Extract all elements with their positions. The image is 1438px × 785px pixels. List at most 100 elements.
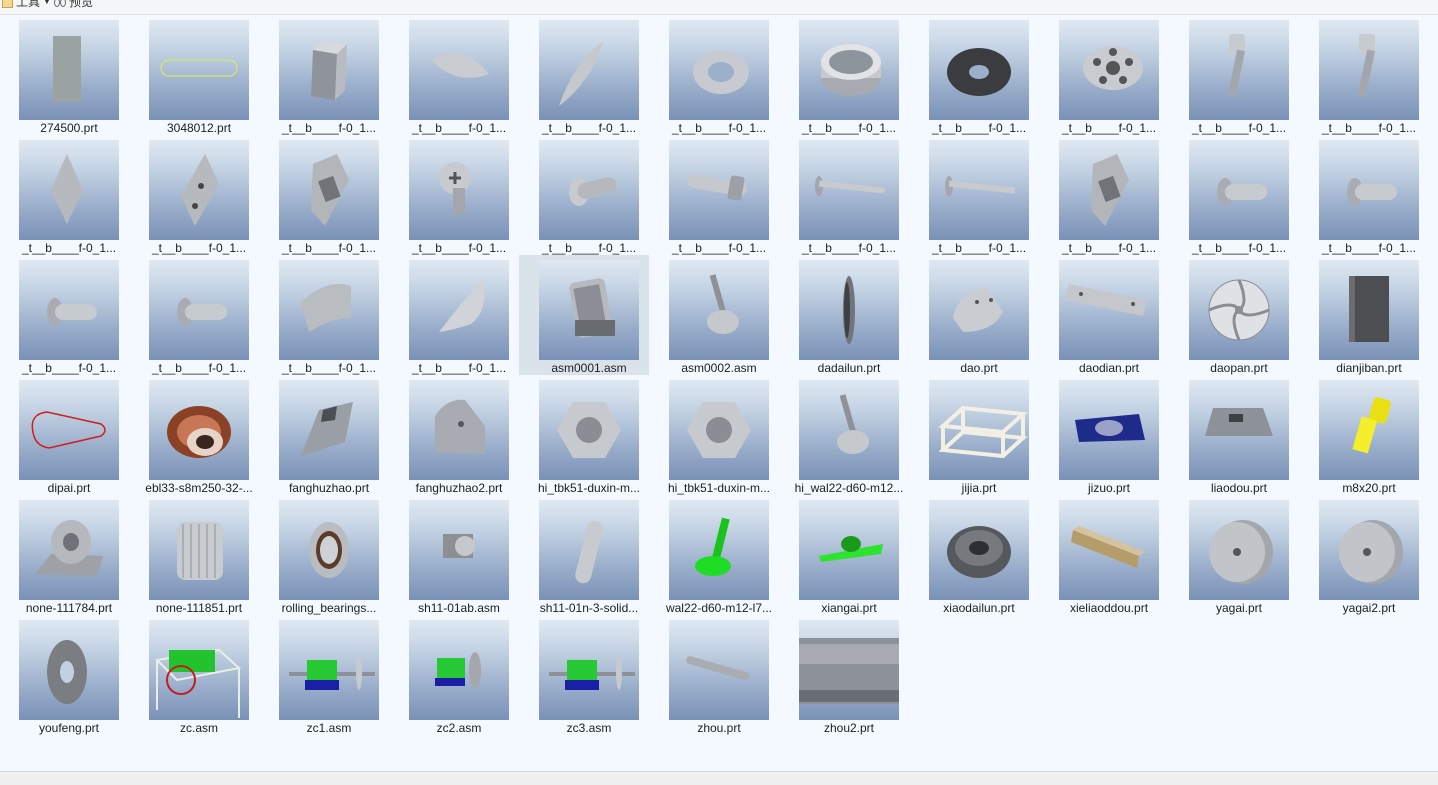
file-item[interactable]: _t__b____f-0_1... <box>389 135 519 255</box>
file-item[interactable]: _t__b____f-0_1... <box>259 255 389 375</box>
file-item[interactable]: _t__b____f-0_1... <box>1299 15 1429 135</box>
file-item[interactable]: xiangai.prt <box>779 495 909 615</box>
file-item[interactable]: _t__b____f-0_1... <box>259 135 389 255</box>
toolbar: 工具 ▼ 预览 <box>0 0 1438 15</box>
file-item[interactable]: none-111784.prt <box>0 495 129 615</box>
file-item[interactable]: zc.asm <box>129 615 259 735</box>
file-item[interactable]: _t__b____f-0_1... <box>519 15 649 135</box>
file-name-label: daodian.prt <box>1078 361 1140 375</box>
rivet-icon <box>47 298 97 326</box>
file-name-label: none-111784.prt <box>25 601 113 615</box>
file-item[interactable]: wal22-d60-m12-l7... <box>649 495 779 615</box>
file-thumbnail <box>539 260 639 360</box>
file-item[interactable]: _t__b____f-0_1... <box>0 255 129 375</box>
file-item[interactable]: 3048012.prt <box>129 15 259 135</box>
file-item[interactable]: _t__b____f-0_1... <box>389 15 519 135</box>
file-item[interactable]: youfeng.prt <box>0 615 129 735</box>
file-item[interactable]: dadailun.prt <box>779 255 909 375</box>
file-item[interactable]: yagai2.prt <box>1299 495 1429 615</box>
file-item[interactable]: _t__b____f-0_1... <box>1169 135 1299 255</box>
file-item[interactable]: xieliaoddou.prt <box>1039 495 1169 615</box>
bar-plate-icon <box>1065 284 1147 316</box>
file-name-label: ebl33-s8m250-32-... <box>145 481 253 495</box>
file-item[interactable]: m8x20.prt <box>1299 375 1429 495</box>
shaft-assembly-small-icon <box>435 652 481 688</box>
file-item[interactable]: sh11-01n-3-solid... <box>519 495 649 615</box>
file-name-label: _t__b____f-0_1... <box>541 121 637 135</box>
file-item[interactable]: hi_tbk51-duxin-m... <box>519 375 649 495</box>
file-item[interactable]: jijia.prt <box>909 375 1039 495</box>
preview-button[interactable]: 预览 <box>54 0 93 9</box>
file-name-label: zhou2.prt <box>823 721 875 735</box>
file-name-label: _t__b____f-0_1... <box>1061 121 1157 135</box>
file-item[interactable]: zc2.asm <box>389 615 519 735</box>
file-item[interactable]: asm0001.asm <box>519 255 649 375</box>
file-item[interactable]: _t__b____f-0_1... <box>129 135 259 255</box>
file-thumbnail <box>539 20 639 120</box>
file-item[interactable]: dao.prt <box>909 255 1039 375</box>
file-item[interactable]: zhou.prt <box>649 615 779 735</box>
file-item[interactable]: _t__b____f-0_1... <box>779 135 909 255</box>
file-thumbnail <box>409 380 509 480</box>
file-item[interactable]: _t__b____f-0_1... <box>779 15 909 135</box>
file-item[interactable]: _t__b____f-0_1... <box>909 15 1039 135</box>
file-item[interactable]: _t__b____f-0_1... <box>1039 15 1169 135</box>
file-item[interactable]: _t__b____f-0_1... <box>0 135 129 255</box>
file-name-label: _t__b____f-0_1... <box>411 361 507 375</box>
file-item[interactable]: _t__b____f-0_1... <box>129 255 259 375</box>
file-item[interactable]: fanghuzhao2.prt <box>389 375 519 495</box>
file-thumbnail <box>409 620 509 720</box>
file-thumbnail <box>1059 140 1159 240</box>
file-item[interactable]: daodian.prt <box>1039 255 1169 375</box>
file-name-label: sh11-01ab.asm <box>418 601 500 615</box>
file-item[interactable]: fanghuzhao.prt <box>259 375 389 495</box>
preview-icon <box>54 0 66 7</box>
blade-disk-icon <box>1208 279 1270 341</box>
frame-block-icon <box>1091 154 1129 226</box>
tools-menu-button[interactable]: 工具 ▼ <box>2 0 51 9</box>
file-item[interactable]: _t__b____f-0_1... <box>1169 15 1299 135</box>
file-item[interactable]: _t__b____f-0_1... <box>1039 135 1169 255</box>
file-item[interactable]: liaodou.prt <box>1169 375 1299 495</box>
file-item[interactable]: jizuo.prt <box>1039 375 1169 495</box>
file-thumbnail <box>409 260 509 360</box>
file-thumbnail <box>409 20 509 120</box>
file-item[interactable]: none-111851.prt <box>129 495 259 615</box>
shaft-assembly-icon <box>549 654 635 690</box>
file-item[interactable]: daopan.prt <box>1169 255 1299 375</box>
file-thumbnail <box>799 140 899 240</box>
diamond-plate-holes-icon <box>181 154 219 226</box>
file-item[interactable]: _t__b____f-0_1... <box>649 135 779 255</box>
file-item[interactable]: _t__b____f-0_1... <box>909 135 1039 255</box>
file-item[interactable]: hi_tbk51-duxin-m... <box>649 375 779 495</box>
file-name-label: jijia.prt <box>961 481 997 495</box>
file-item[interactable]: dipai.prt <box>0 375 129 495</box>
file-item[interactable]: _t__b____f-0_1... <box>519 135 649 255</box>
file-item[interactable]: sh11-01ab.asm <box>389 495 519 615</box>
file-item[interactable]: _t__b____f-0_1... <box>1299 135 1429 255</box>
file-thumbnail <box>149 20 249 120</box>
file-item[interactable]: zhou2.prt <box>779 615 909 735</box>
file-name-label: zc1.asm <box>306 721 352 735</box>
file-thumbnail <box>1189 380 1289 480</box>
file-thumbnail <box>279 20 379 120</box>
pulley-side-icon <box>843 276 855 344</box>
file-item[interactable]: dianjiban.prt <box>1299 255 1429 375</box>
file-name-label: xieliaoddou.prt <box>1069 601 1149 615</box>
file-item[interactable]: hi_wal22-d60-m12... <box>779 375 909 495</box>
file-item[interactable]: rolling_bearings... <box>259 495 389 615</box>
file-item[interactable]: _t__b____f-0_1... <box>389 255 519 375</box>
file-item[interactable]: zc3.asm <box>519 615 649 735</box>
file-item[interactable]: ebl33-s8m250-32-... <box>129 375 259 495</box>
file-item[interactable]: asm0002.asm <box>649 255 779 375</box>
file-name-label: _t__b____f-0_1... <box>671 121 767 135</box>
file-item[interactable]: _t__b____f-0_1... <box>259 15 389 135</box>
file-thumbnail <box>19 20 119 120</box>
file-item[interactable]: zc1.asm <box>259 615 389 735</box>
file-thumbnail <box>669 260 769 360</box>
file-item[interactable]: _t__b____f-0_1... <box>649 15 779 135</box>
file-item[interactable]: 274500.prt <box>0 15 129 135</box>
file-item[interactable]: yagai.prt <box>1169 495 1299 615</box>
file-name-label: _t__b____f-0_1... <box>21 241 117 255</box>
file-item[interactable]: xiaodailun.prt <box>909 495 1039 615</box>
